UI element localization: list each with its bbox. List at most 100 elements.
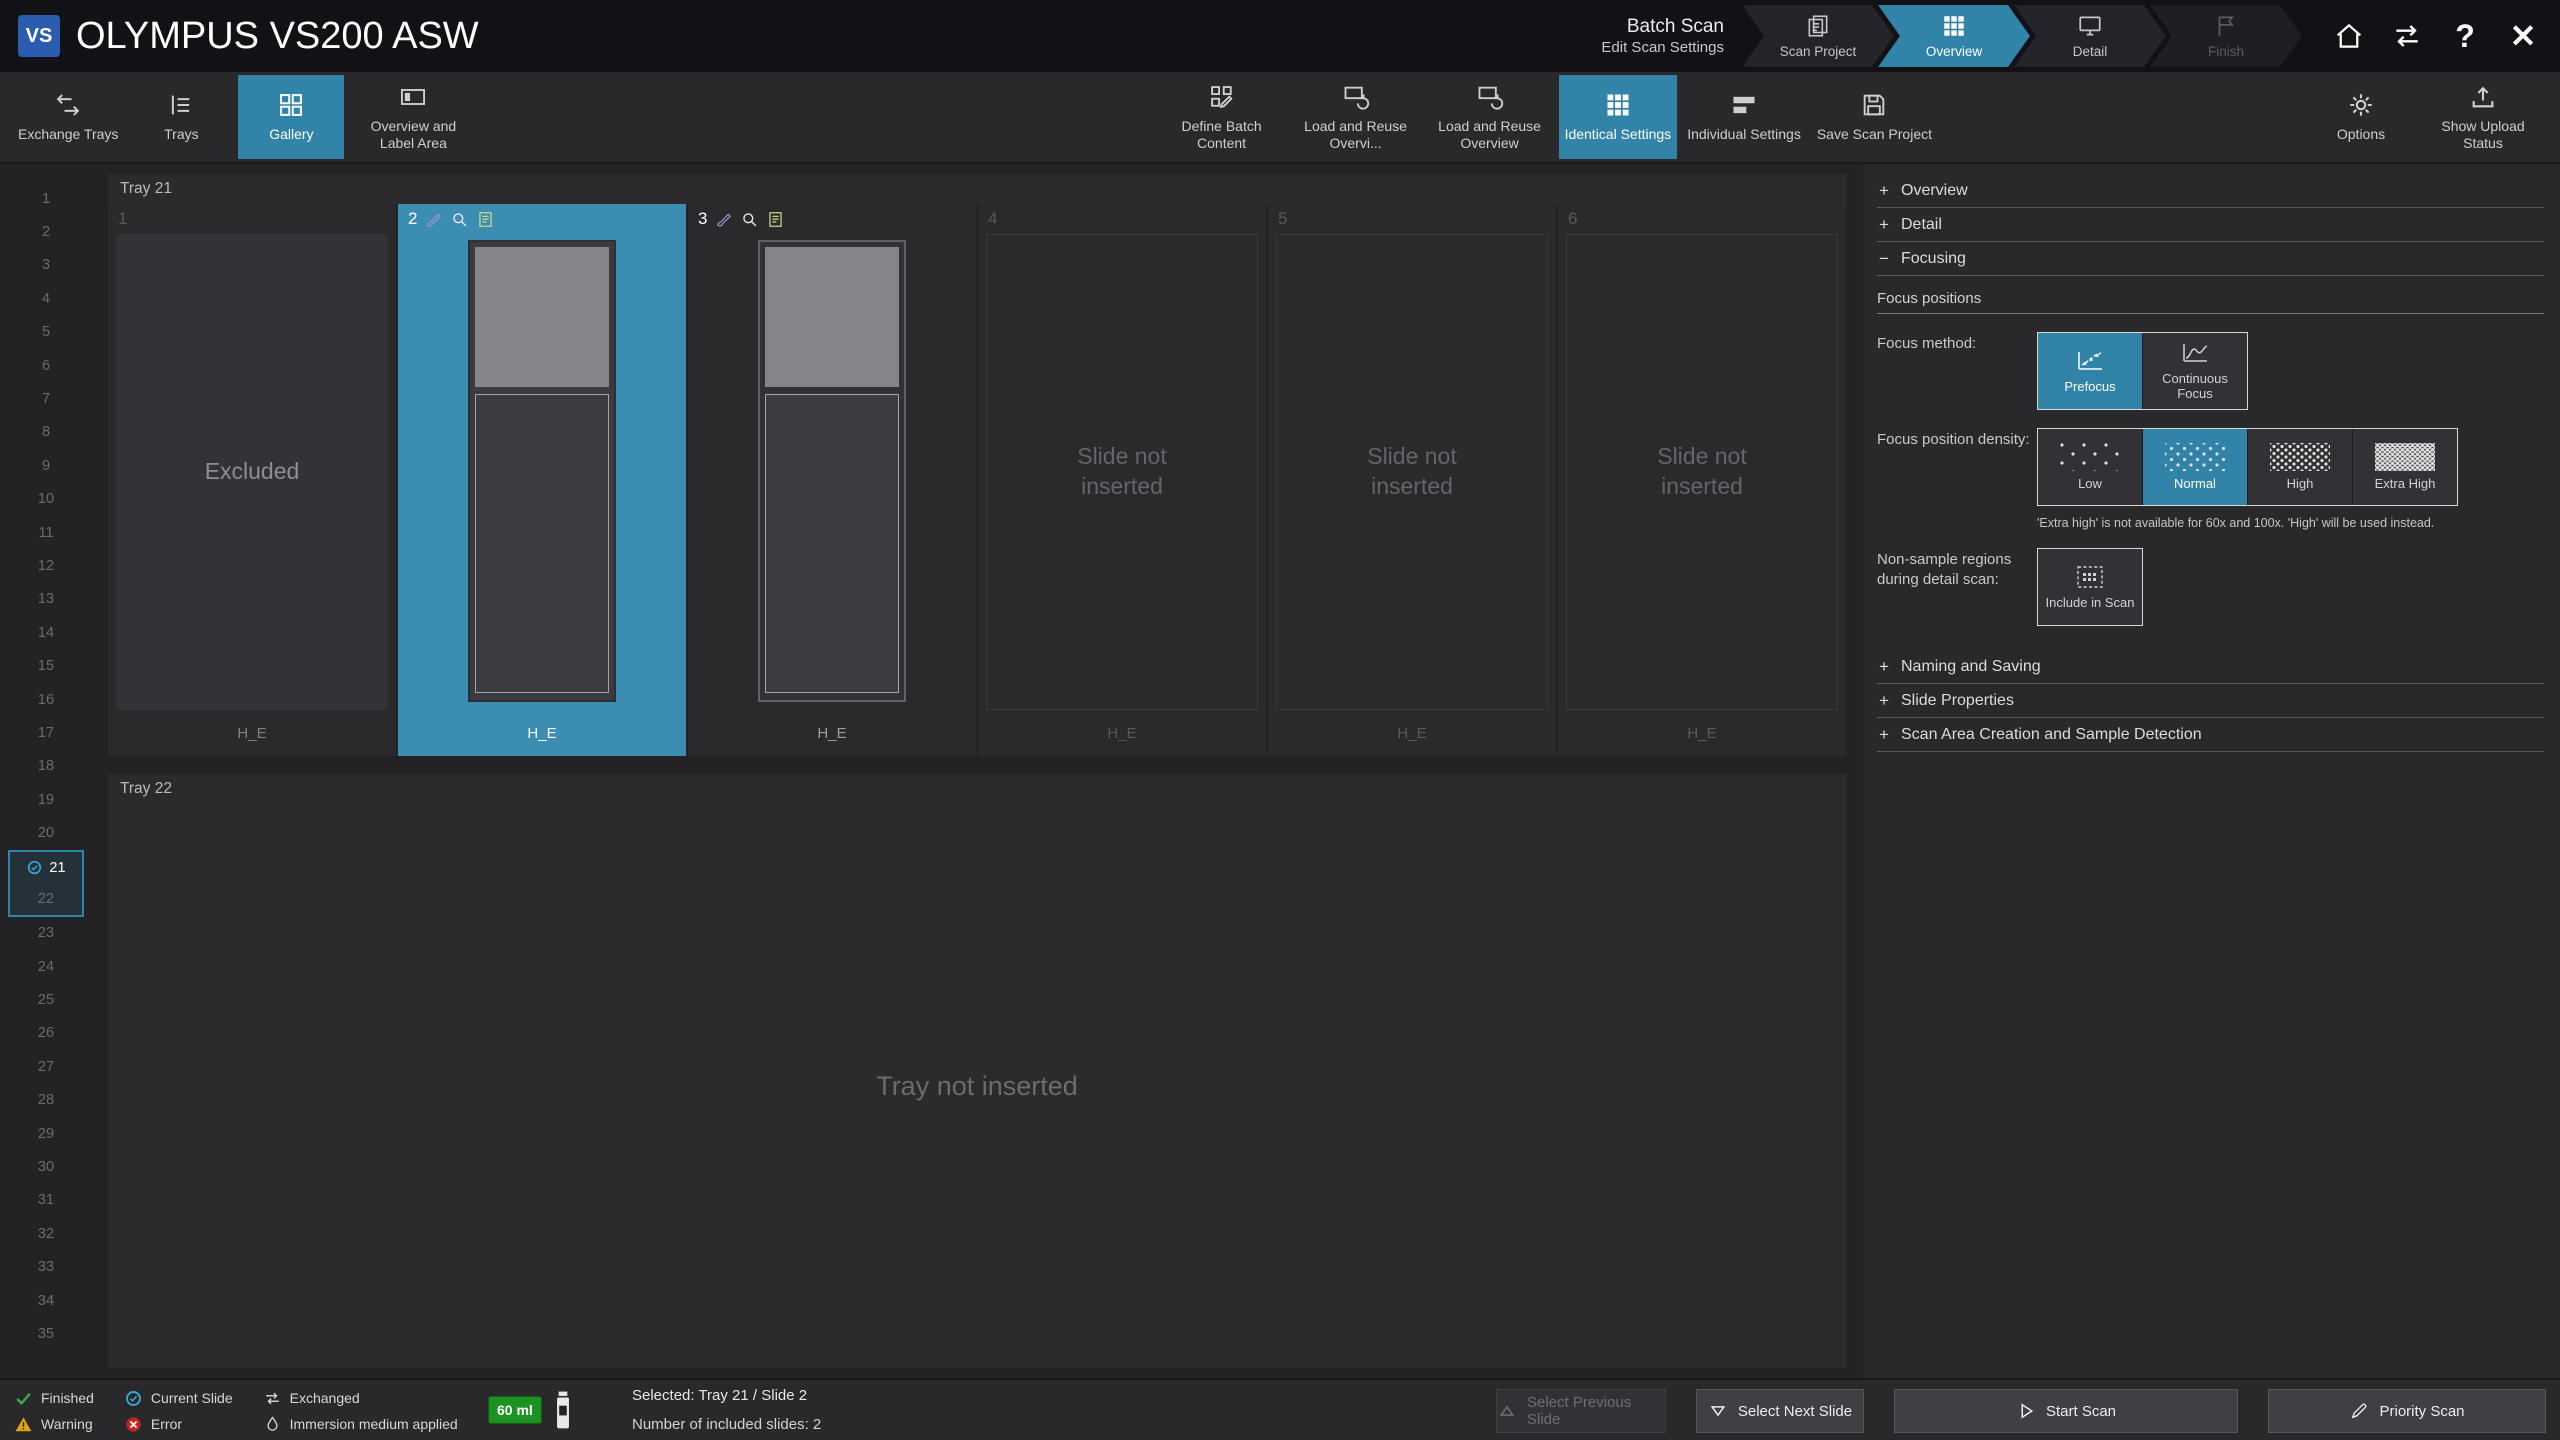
slide-slot-6[interactable]: 6Slide not insertedH_E (1558, 204, 1846, 756)
slide-slot-1[interactable]: 1ExcludedH_E (108, 204, 398, 756)
tray-number-10[interactable]: 10 (8, 483, 84, 516)
select-previous-slide-button[interactable]: Select Previous Slide (1496, 1389, 1666, 1433)
tray-number-6[interactable]: 6 (8, 349, 84, 382)
tray-number-1[interactable]: 1 (8, 182, 84, 215)
tray-number-2[interactable]: 2 (8, 215, 84, 248)
slide-slot-3[interactable]: 3H_E (688, 204, 978, 756)
toolbar-individual-settings[interactable]: Individual Settings (1681, 75, 1807, 159)
tray-number-33[interactable]: 33 (8, 1251, 84, 1284)
collapse-icon: − (1877, 249, 1891, 269)
tray-number-4[interactable]: 4 (8, 282, 84, 315)
density-dots-icon (2165, 443, 2225, 471)
toolbar-load-and-reuse-overview[interactable]: Load and Reuse Overview (1425, 75, 1555, 159)
tray-number-19[interactable]: 19 (8, 783, 84, 816)
tray-not-inserted-text: Tray not inserted (108, 804, 1846, 1368)
legend-label: Warning (41, 1416, 93, 1432)
tray-number-5[interactable]: 5 (8, 316, 84, 349)
toolbar-define-batch-content[interactable]: Define Batch Content (1157, 75, 1287, 159)
titlebar-home-button[interactable] (2326, 13, 2372, 59)
tray-number-15[interactable]: 15 (8, 649, 84, 682)
toolbar-options[interactable]: Options (2308, 75, 2414, 159)
tray-number-label: 12 (38, 558, 54, 574)
slide-slot-4[interactable]: 4Slide not insertedH_E (978, 204, 1268, 756)
tray-number-35[interactable]: 35 (8, 1317, 84, 1350)
tray-number-26[interactable]: 26 (8, 1017, 84, 1050)
excluded-slide-area[interactable]: Excluded (116, 234, 388, 710)
tray-number-18[interactable]: 18 (8, 750, 84, 783)
tray-number-22[interactable]: 22 (8, 883, 84, 916)
density-extra-high[interactable]: Extra High (2353, 429, 2457, 505)
density-low[interactable]: Low (2038, 429, 2142, 505)
titlebar-help-button[interactable]: ? (2442, 13, 2488, 59)
section-detail[interactable]: +Detail (1877, 208, 2544, 242)
tray-number-27[interactable]: 27 (8, 1050, 84, 1083)
toolbar-identical-settings[interactable]: Identical Settings (1559, 75, 1678, 159)
tray-number-14[interactable]: 14 (8, 616, 84, 649)
slide-slot-2[interactable]: 2H_E (398, 204, 688, 756)
tray-number-label: 21 (49, 860, 65, 876)
focus-method-prefocus[interactable]: Prefocus (2038, 333, 2142, 409)
titlebar-transfer-button[interactable] (2384, 13, 2430, 59)
tray-number-11[interactable]: 11 (8, 516, 84, 549)
tray-number-label: 29 (38, 1126, 54, 1142)
tray-number-label: 17 (38, 725, 54, 741)
tray-number-17[interactable]: 17 (8, 716, 84, 749)
start-scan-button[interactable]: Start Scan (1894, 1389, 2238, 1433)
slide-thumbnail[interactable] (468, 240, 616, 702)
gallery-icon (277, 91, 305, 119)
slide-slot-5[interactable]: 5Slide not insertedH_E (1268, 204, 1558, 756)
workflow-step-detail[interactable]: Detail (2014, 5, 2166, 67)
tray-number-8[interactable]: 8 (8, 416, 84, 449)
workflow-step-scan-project[interactable]: Scan Project (1742, 5, 1894, 67)
density-high[interactable]: High (2248, 429, 2352, 505)
toolbar-exchange-trays[interactable]: Exchange Trays (12, 75, 124, 159)
select-next-slide-button[interactable]: Select Next Slide (1696, 1389, 1864, 1433)
tray-number-16[interactable]: 16 (8, 683, 84, 716)
individual-icon (1730, 91, 1758, 119)
tray-number-label: 31 (38, 1192, 54, 1208)
workflow-step-overview[interactable]: Overview (1878, 5, 2030, 67)
section-scan-area-creation-and-sample-detection[interactable]: +Scan Area Creation and Sample Detection (1877, 718, 2544, 752)
toolbar-gallery[interactable]: Gallery (238, 75, 344, 159)
section-focusing[interactable]: − Focusing (1877, 242, 2544, 276)
section-overview[interactable]: +Overview (1877, 174, 2544, 208)
titlebar-icons: ?✕ (2326, 13, 2546, 59)
error-icon (124, 1415, 143, 1434)
tray-22-label: Tray 22 (108, 774, 1846, 804)
mode-subtitle[interactable]: Edit Scan Settings (1601, 39, 1724, 58)
tray-number-31[interactable]: 31 (8, 1184, 84, 1217)
tray-number-30[interactable]: 30 (8, 1150, 84, 1183)
toolbar-save-scan-project[interactable]: Save Scan Project (1811, 75, 1938, 159)
toolbar-load-and-reuse-overvi[interactable]: Load and Reuse Overvi... (1291, 75, 1421, 159)
slide-thumbnail[interactable] (758, 240, 906, 702)
toolbar-trays[interactable]: Trays (128, 75, 234, 159)
focus-method-continuous-focus[interactable]: Continuous Focus (2143, 333, 2247, 409)
workflow-step-finish[interactable]: Finish (2150, 5, 2302, 67)
tray-number-25[interactable]: 25 (8, 983, 84, 1016)
tray-number-21[interactable]: 21 (8, 850, 84, 883)
included-count: Number of included slides: 2 (632, 1416, 821, 1433)
priority-scan-button[interactable]: Priority Scan (2268, 1389, 2546, 1433)
tray-number-32[interactable]: 32 (8, 1217, 84, 1250)
tray-number-29[interactable]: 29 (8, 1117, 84, 1150)
toolbar-overview-and-label-area[interactable]: Overview and Label Area (348, 75, 478, 159)
density-normal[interactable]: Normal (2143, 429, 2247, 505)
tile-label: Low (2074, 477, 2106, 492)
tray-number-13[interactable]: 13 (8, 583, 84, 616)
tray-number-23[interactable]: 23 (8, 917, 84, 950)
tray-number-20[interactable]: 20 (8, 816, 84, 849)
titlebar-close-button[interactable]: ✕ (2500, 13, 2546, 59)
tray-number-9[interactable]: 9 (8, 449, 84, 482)
section-slide-properties[interactable]: +Slide Properties (1877, 684, 2544, 718)
include-in-scan-tile[interactable]: Include in Scan (2038, 549, 2142, 625)
toolbar-show-upload-status[interactable]: Show Upload Status (2418, 75, 2548, 159)
slide-scan-area (765, 394, 899, 693)
tray-number-34[interactable]: 34 (8, 1284, 84, 1317)
tray-number-12[interactable]: 12 (8, 549, 84, 582)
workflow-steps: Scan ProjectOverviewDetailFinish (1742, 5, 2302, 67)
section-naming-and-saving[interactable]: +Naming and Saving (1877, 650, 2544, 684)
tray-number-28[interactable]: 28 (8, 1084, 84, 1117)
tray-number-7[interactable]: 7 (8, 382, 84, 415)
tray-number-24[interactable]: 24 (8, 950, 84, 983)
tray-number-3[interactable]: 3 (8, 249, 84, 282)
